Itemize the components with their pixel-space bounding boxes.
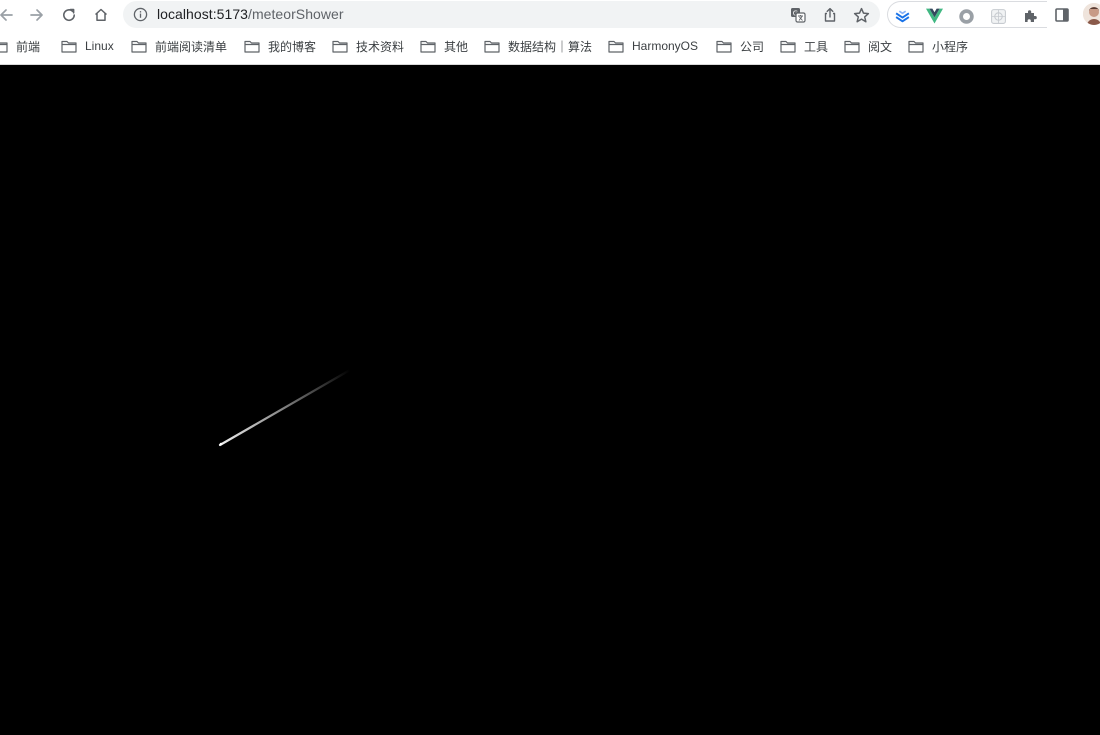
- translate-button[interactable]: G: [789, 6, 807, 24]
- bookmark-folder[interactable]: HarmonyOS: [608, 38, 698, 54]
- bookmark-label: Linux: [85, 39, 114, 53]
- home-icon: [94, 8, 108, 22]
- folder-icon: [61, 40, 77, 53]
- folder-icon: [608, 40, 624, 53]
- bookmark-label: 前端: [16, 39, 41, 54]
- folder-icon: [484, 40, 500, 53]
- profile-avatar[interactable]: [1083, 3, 1100, 25]
- folder-icon: [844, 40, 860, 53]
- bookmark-folder[interactable]: 数据结构｜算法: [484, 38, 592, 54]
- meteor-head: [219, 442, 223, 446]
- bookmark-label: 阅文: [868, 39, 893, 54]
- address-bar[interactable]: localhost:5173/meteorShower G: [123, 1, 880, 28]
- bookmark-folder[interactable]: 阅文: [844, 38, 892, 54]
- bookmark-label: 工具: [804, 39, 829, 54]
- folder-icon: [780, 40, 796, 53]
- bookmark-folder[interactable]: 技术资料: [332, 38, 404, 54]
- info-icon[interactable]: [133, 7, 148, 22]
- share-icon: [824, 7, 836, 22]
- bookmark-label: 技术资料: [356, 39, 405, 54]
- bookmark-folder[interactable]: Linux: [61, 38, 114, 54]
- ring-icon: [958, 8, 974, 24]
- extensions-group: [887, 1, 1047, 28]
- bookmark-folder[interactable]: 前端: [0, 38, 40, 54]
- forward-button[interactable]: [26, 4, 48, 26]
- back-arrow-icon: [0, 9, 13, 21]
- star-icon: [853, 7, 869, 23]
- folder-icon: [131, 40, 147, 53]
- bookmark-label: 数据结构｜算法: [508, 39, 593, 54]
- reload-button[interactable]: [58, 4, 80, 26]
- back-button[interactable]: [0, 4, 17, 26]
- side-panel-icon: [1055, 8, 1069, 22]
- bookmark-label: 前端阅读清单: [155, 39, 228, 54]
- bookmark-folder[interactable]: 其他: [420, 38, 468, 54]
- forward-arrow-icon: [30, 9, 43, 21]
- extension-grid-button[interactable]: [989, 7, 1007, 25]
- meteor-scene: [218, 368, 352, 447]
- bookmark-folder[interactable]: 公司: [716, 38, 764, 54]
- bookmark-label: 其他: [444, 39, 469, 54]
- translate-icon: G: [791, 8, 806, 23]
- meteor-trail: [218, 368, 352, 447]
- reload-icon: [63, 8, 76, 22]
- bookmark-label: HarmonyOS: [632, 39, 699, 53]
- url-text: localhost:5173/meteorShower: [157, 6, 344, 22]
- bookmark-folder[interactable]: 小程序: [908, 38, 968, 54]
- share-button[interactable]: [821, 6, 839, 24]
- folder-icon: [244, 40, 260, 53]
- extension-ring-button[interactable]: [957, 7, 975, 25]
- bookmark-folder[interactable]: 我的博客: [244, 38, 316, 54]
- url-path: /meteorShower: [248, 6, 344, 22]
- vue-devtools-button[interactable]: [925, 7, 943, 25]
- folder-icon: [420, 40, 436, 53]
- folder-icon: [0, 41, 8, 53]
- bookmarks-bar: 前端 Linux 前端阅读清单 我的博客 技术资料 其他 数据结构｜算法 HarmonyOS 公…: [0, 33, 1100, 59]
- browser-toolbar: localhost:5173/meteorShower G: [0, 0, 1100, 29]
- bookmark-label: 我的博客: [268, 39, 317, 54]
- bookmark-label: 小程序: [932, 39, 969, 54]
- url-host: localhost:5173: [157, 6, 248, 22]
- folder-icon: [332, 40, 348, 53]
- home-button[interactable]: [90, 4, 112, 26]
- extension-layers-button[interactable]: [893, 7, 911, 25]
- grid-icon: [990, 8, 1006, 24]
- puzzle-icon: [1025, 10, 1037, 22]
- vue-logo-icon: [925, 8, 943, 24]
- meteor-shower-canvas[interactable]: [0, 65, 1100, 730]
- bookmark-folder[interactable]: 前端阅读清单: [131, 38, 227, 54]
- bookmark-folder[interactable]: 工具: [780, 38, 828, 54]
- bookmark-star-button[interactable]: [852, 6, 870, 24]
- bookmark-label: 公司: [740, 39, 765, 54]
- avatar-image: [1083, 3, 1100, 25]
- extensions-menu-button[interactable]: [1021, 7, 1039, 25]
- folder-icon: [908, 40, 924, 53]
- side-panel-button[interactable]: [1051, 4, 1073, 26]
- browser-chrome: localhost:5173/meteorShower G 前端 Linux 前…: [0, 0, 1100, 65]
- folder-icon: [716, 40, 732, 53]
- layers-icon: [895, 9, 909, 22]
